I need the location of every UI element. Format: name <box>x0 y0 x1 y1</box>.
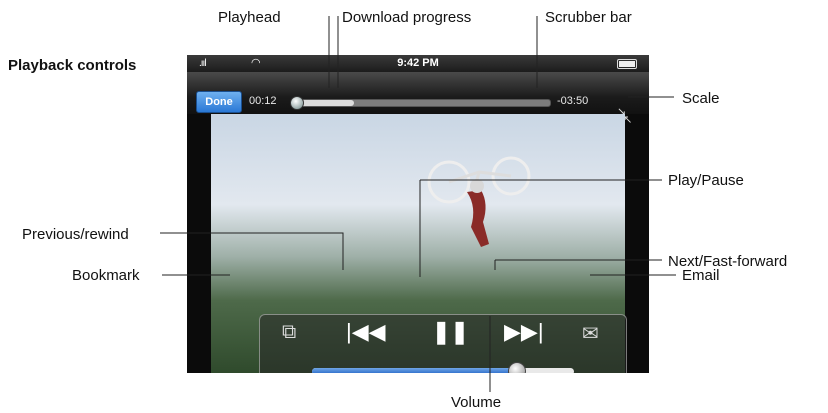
callout-leader-lines <box>160 16 676 392</box>
